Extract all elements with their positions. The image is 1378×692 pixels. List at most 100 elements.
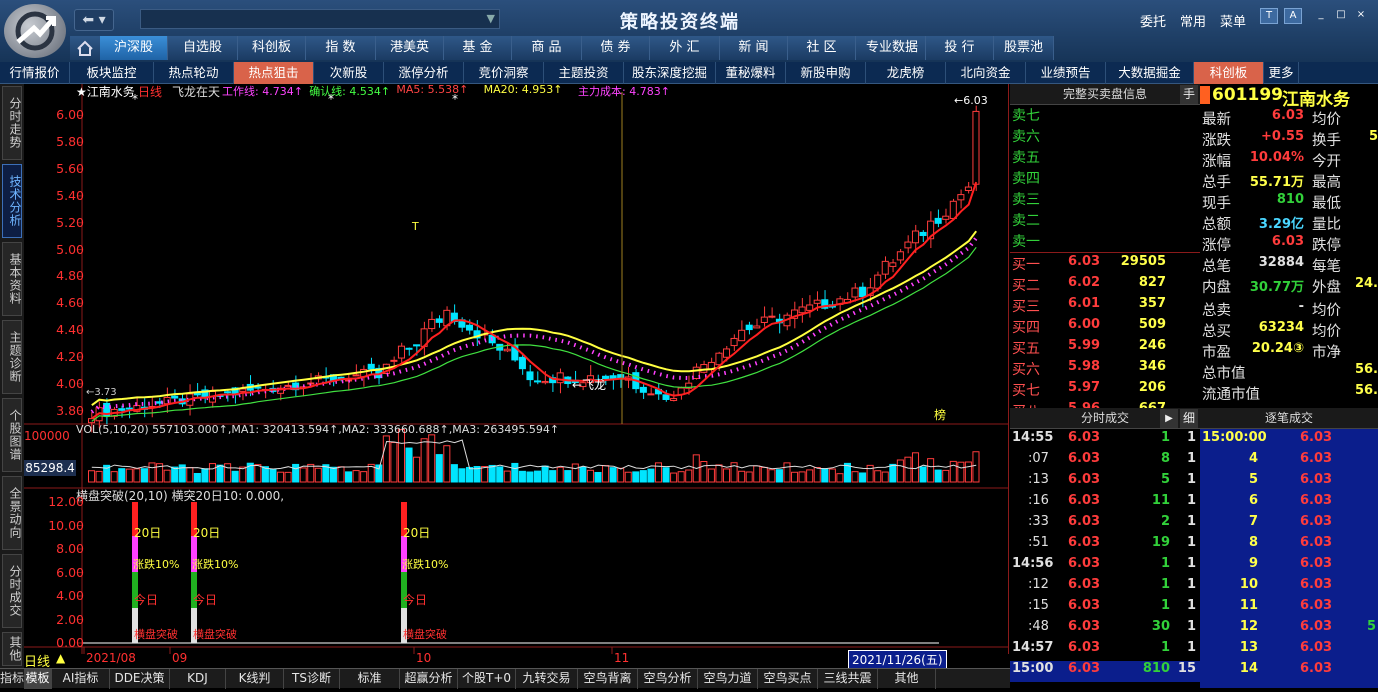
detail-price: 6.03	[1300, 493, 1333, 508]
home-button[interactable]	[70, 36, 100, 60]
feature-tab-11[interactable]: 龙虎榜	[866, 62, 946, 84]
minimize-button[interactable]: _	[1312, 8, 1330, 24]
nav-tab-3[interactable]: 指 数	[306, 36, 376, 60]
detail-row: 9 6.03	[1200, 556, 1378, 577]
feature-tab-10[interactable]: 新股申购	[786, 62, 866, 84]
bottom-tab-12[interactable]: 空鸟分析	[638, 669, 698, 689]
app-logo-icon[interactable]	[4, 4, 66, 58]
kline-chart-svg[interactable]	[24, 84, 1009, 654]
nav-tab-11[interactable]: 专业数据	[856, 36, 926, 60]
bottom-tab-6[interactable]: TS诊断	[284, 669, 340, 689]
link-entrust[interactable]: 委托	[1140, 11, 1166, 30]
feature-tab-7[interactable]: 主题投资	[544, 62, 624, 84]
signal-bar-green	[191, 572, 197, 608]
buy-level-row[interactable]: 买一 6.03 29505	[1010, 254, 1200, 275]
indicator-label[interactable]: 指标	[0, 668, 24, 688]
back-button[interactable]: ⬅ ▾	[74, 9, 114, 31]
bottom-tab-11[interactable]: 空鸟背离	[578, 669, 638, 689]
play-arrow-icon[interactable]: ▶	[1160, 409, 1178, 428]
nav-tab-9[interactable]: 新 闻	[720, 36, 788, 60]
feature-tab-4[interactable]: 次新股	[314, 62, 384, 84]
volume-bar	[949, 460, 957, 483]
sell-level-row[interactable]: 卖一	[1010, 231, 1200, 252]
feature-tab-5[interactable]: 涨停分析	[384, 62, 464, 84]
nav-tab-7[interactable]: 债 券	[582, 36, 650, 60]
detail-row: 15:00:00 6.03	[1200, 430, 1378, 451]
search-input[interactable]: ▼	[140, 9, 500, 29]
buy-level-row[interactable]: 买六 5.98 346	[1010, 359, 1200, 380]
volume-bar	[609, 467, 617, 483]
volume-bar	[375, 464, 383, 483]
bottom-tab-16[interactable]: 其他	[878, 669, 936, 689]
dropdown-arrow-icon[interactable]: ▼	[487, 12, 495, 25]
buy-level-row[interactable]: 买三 6.01 357	[1010, 296, 1200, 317]
tick-time: :16	[1028, 493, 1049, 508]
feature-tab-2[interactable]: 热点轮动	[154, 62, 234, 84]
feature-tab-15[interactable]: 科创板	[1194, 62, 1264, 84]
feature-tab-8[interactable]: 股东深度挖掘	[624, 62, 716, 84]
left-tab-2[interactable]: 基本资料	[2, 242, 22, 316]
nav-tab-6[interactable]: 商 品	[512, 36, 582, 60]
buy-level-row[interactable]: 买五 5.99 246	[1010, 338, 1200, 359]
bottom-tab-2[interactable]: AI指标	[52, 669, 110, 689]
bottom-tab-15[interactable]: 三线共震	[818, 669, 878, 689]
buy-level-row[interactable]: 买四 6.00 509	[1010, 317, 1200, 338]
left-tab-6[interactable]: 分时成交	[2, 554, 22, 628]
bottom-tab-4[interactable]: KDJ	[170, 669, 226, 689]
bottom-tab-3[interactable]: DDE决策	[110, 669, 170, 689]
nav-tab-0[interactable]: 沪深股	[100, 36, 168, 60]
buy-level-row[interactable]: 买二 6.02 827	[1010, 275, 1200, 296]
volume-bar	[972, 451, 980, 483]
volume-bar	[813, 466, 821, 483]
left-tab-0[interactable]: 分时走势	[2, 86, 22, 160]
feature-tab-16[interactable]: 更多	[1264, 62, 1299, 84]
feature-tab-0[interactable]: 行情报价	[0, 62, 70, 84]
feature-tab-14[interactable]: 大数据掘金	[1106, 62, 1194, 84]
close-button[interactable]: ×	[1352, 8, 1370, 24]
sell-level-row[interactable]: 卖六	[1010, 126, 1200, 147]
bottom-tab-14[interactable]: 空鸟买点	[758, 669, 818, 689]
sell-level-row[interactable]: 卖七	[1010, 105, 1200, 126]
bottom-tab-1[interactable]: 模板	[24, 669, 52, 689]
sell-level-row[interactable]: 卖四	[1010, 168, 1200, 189]
font-button[interactable]: A	[1284, 8, 1302, 24]
bottom-tab-13[interactable]: 空鸟力道	[698, 669, 758, 689]
link-common[interactable]: 常用	[1180, 11, 1206, 30]
nav-tab-1[interactable]: 自选股	[168, 36, 238, 60]
hand-unit-button[interactable]: 手	[1180, 85, 1198, 104]
nav-tab-5[interactable]: 基 金	[444, 36, 512, 60]
kline-chart-area[interactable]: 6.00 5.80 5.60 5.40 5.20 5.00 4.80 4.60 4.40 4.20…	[24, 83, 1009, 670]
bottom-tab-10[interactable]: 九转交易	[516, 669, 578, 689]
feature-tab-3[interactable]: 热点狙击	[234, 62, 314, 84]
feature-tab-12[interactable]: 北向资金	[946, 62, 1026, 84]
nav-tab-10[interactable]: 社 区	[788, 36, 856, 60]
nav-tab-2[interactable]: 科创板	[238, 36, 306, 60]
left-tab-1[interactable]: 技术分析	[2, 164, 22, 238]
detail-button[interactable]: 细	[1180, 409, 1198, 428]
sell-level-row[interactable]: 卖二	[1010, 210, 1200, 231]
left-tab-7[interactable]: 其他	[2, 632, 22, 666]
feature-tab-13[interactable]: 业绩预告	[1026, 62, 1106, 84]
sell-level-name: 卖五	[1012, 150, 1040, 166]
feature-tab-1[interactable]: 板块监控	[70, 62, 154, 84]
nav-tab-8[interactable]: 外 汇	[650, 36, 720, 60]
bottom-tab-8[interactable]: 超赢分析	[400, 669, 458, 689]
sell-level-row[interactable]: 卖三	[1010, 189, 1200, 210]
feature-tab-6[interactable]: 竞价洞察	[464, 62, 544, 84]
tick-row: :33 6.03 2 1	[1010, 514, 1200, 535]
sell-level-row[interactable]: 卖五	[1010, 147, 1200, 168]
maximize-button[interactable]: □	[1332, 8, 1350, 24]
bottom-tab-7[interactable]: 标准	[340, 669, 400, 689]
t-button[interactable]: T	[1260, 8, 1278, 24]
nav-tab-4[interactable]: 港美英	[376, 36, 444, 60]
feature-tab-9[interactable]: 董秘爆料	[716, 62, 786, 84]
bottom-tab-5[interactable]: K线判	[226, 669, 284, 689]
link-menu[interactable]: 菜单	[1220, 11, 1246, 30]
left-tab-4[interactable]: 个股图谱	[2, 398, 22, 472]
left-tab-3[interactable]: 主题诊断	[2, 320, 22, 394]
left-tab-5[interactable]: 全景动向	[2, 476, 22, 550]
buy-level-row[interactable]: 买七 5.97 206	[1010, 380, 1200, 401]
nav-tab-13[interactable]: 股票池	[994, 36, 1054, 60]
nav-tab-12[interactable]: 投 行	[926, 36, 994, 60]
bottom-tab-9[interactable]: 个股T+0	[458, 669, 516, 689]
